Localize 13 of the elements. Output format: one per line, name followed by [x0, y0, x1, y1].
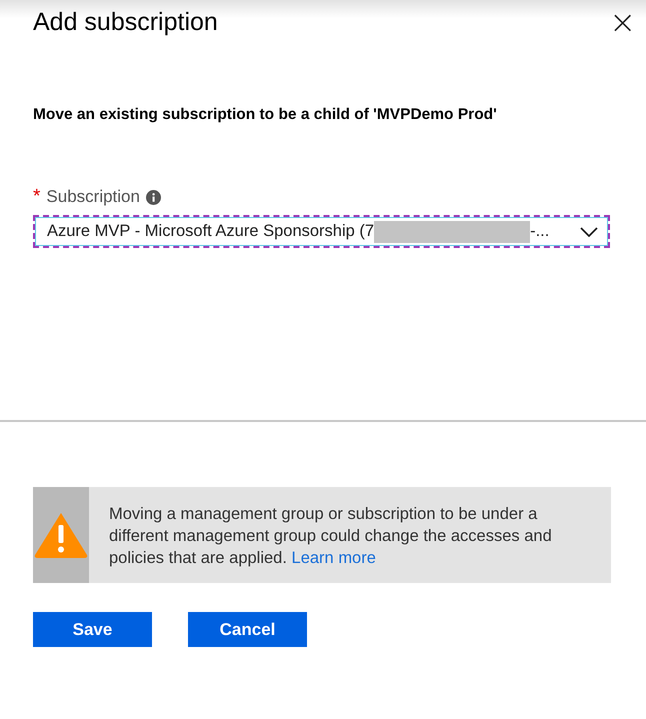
chevron-down-icon[interactable]	[580, 226, 598, 236]
info-icon[interactable]	[146, 190, 161, 204]
instruction-text: Move an existing subscription to be a child of 'MVPDemo Prod'	[33, 106, 498, 124]
subscription-dropdown[interactable]: Azure MVP - Microsoft Azure Sponsorship (7 -...	[33, 215, 610, 248]
warning-text: Moving a management group or subscription to be under a different management group could change the accesses and policies that are applied. Learn more	[108, 504, 553, 569]
field-label: Subscription	[46, 187, 140, 207]
learn-more-link[interactable]: Learn more	[292, 549, 376, 567]
warning-icon	[33, 511, 89, 559]
cancel-button[interactable]: Cancel	[188, 612, 307, 647]
required-mark: *	[33, 186, 40, 208]
close-button[interactable]: ×	[609, 6, 636, 38]
save-button[interactable]: Save	[33, 612, 152, 647]
panel-title: Add subscription	[33, 8, 218, 37]
